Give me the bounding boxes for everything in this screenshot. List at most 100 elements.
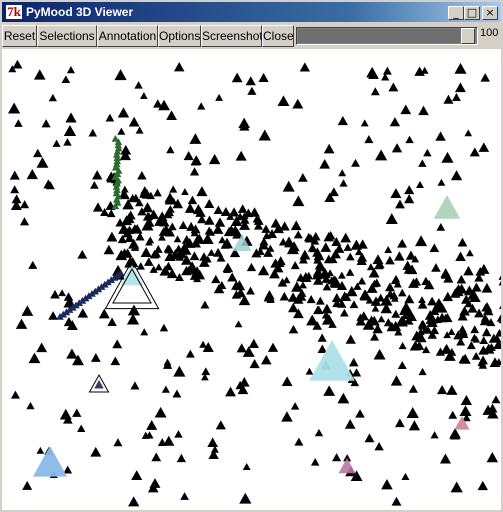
point-marker <box>207 248 216 256</box>
point-marker <box>106 209 116 218</box>
point-marker <box>394 418 405 428</box>
point-marker <box>345 268 355 276</box>
point-marker <box>208 153 221 165</box>
point-marker <box>200 300 210 309</box>
maximize-button[interactable]: □ <box>464 6 480 20</box>
point-marker <box>154 263 163 271</box>
point-marker <box>220 206 231 217</box>
slider-value: 100 <box>480 27 499 39</box>
point-marker <box>298 281 307 289</box>
point-marker <box>88 128 98 137</box>
point-marker <box>166 110 177 121</box>
point-marker <box>328 187 339 197</box>
3d-viewport[interactable] <box>2 49 501 510</box>
point-marker <box>366 263 375 271</box>
selections-button[interactable]: Selections <box>37 25 97 47</box>
point-marker <box>183 151 194 161</box>
title-bar[interactable]: 7k PyMood 3D Viewer _ □ × <box>2 2 501 22</box>
point-marker <box>136 262 145 270</box>
point-marker <box>323 143 335 154</box>
point-marker <box>19 217 30 226</box>
point-marker <box>9 170 20 180</box>
point-marker <box>117 127 126 135</box>
point-marker <box>457 237 468 247</box>
point-marker <box>345 334 356 344</box>
point-marker <box>436 384 448 395</box>
close-window-button[interactable]: × <box>482 6 498 20</box>
slider-thumb[interactable] <box>461 28 475 44</box>
point-marker <box>128 496 140 507</box>
point-marker <box>187 195 198 205</box>
screenshot-button[interactable]: Screenshot <box>201 25 263 47</box>
point-marker <box>176 453 187 463</box>
point-marker <box>261 224 271 233</box>
point-marker <box>397 360 407 369</box>
point-marker <box>72 408 82 417</box>
point-marker <box>131 470 143 481</box>
point-marker <box>340 232 352 243</box>
point-marker <box>189 251 200 261</box>
point-marker <box>290 402 300 410</box>
point-marker <box>225 386 236 397</box>
point-marker <box>290 220 302 231</box>
point-marker <box>134 81 143 89</box>
point-marker <box>344 419 356 429</box>
app-window: 7k PyMood 3D Viewer _ □ × Reset Selectio… <box>0 0 503 512</box>
point-marker <box>281 411 293 422</box>
point-marker <box>261 354 272 365</box>
annotation-button[interactable]: Annotation <box>97 25 158 47</box>
point-marker <box>173 61 185 72</box>
point-marker <box>478 142 490 152</box>
app-icon: 7k <box>6 4 22 19</box>
point-marker <box>315 296 325 305</box>
point-marker <box>495 328 501 337</box>
close-button[interactable]: Close <box>262 25 294 47</box>
point-marker <box>469 147 480 157</box>
point-marker <box>479 336 489 345</box>
point-marker <box>418 105 429 116</box>
zoom-slider[interactable] <box>296 27 478 45</box>
point-marker <box>314 428 324 437</box>
point-marker <box>32 446 68 477</box>
point-marker <box>215 93 223 101</box>
point-marker <box>33 148 43 158</box>
point-marker <box>416 180 424 188</box>
point-marker <box>420 66 429 74</box>
point-marker <box>429 243 440 253</box>
point-marker <box>117 107 130 118</box>
point-marker <box>231 72 243 83</box>
point-marker <box>400 104 412 115</box>
point-marker <box>48 93 57 102</box>
point-marker <box>172 389 182 398</box>
point-marker <box>287 292 299 302</box>
point-marker <box>464 129 473 137</box>
point-marker <box>235 150 247 161</box>
point-marker <box>258 129 271 141</box>
reset-button[interactable]: Reset <box>2 25 37 47</box>
point-marker <box>227 272 238 282</box>
point-marker <box>470 333 479 342</box>
point-marker <box>196 186 208 197</box>
point-marker <box>242 462 251 471</box>
point-marker <box>180 492 189 500</box>
point-marker <box>459 305 470 316</box>
point-marker <box>204 198 215 208</box>
point-marker <box>153 99 163 108</box>
point-marker <box>214 217 226 227</box>
point-marker <box>370 87 380 96</box>
point-marker <box>65 112 77 123</box>
point-marker <box>128 116 140 127</box>
point-marker <box>98 308 110 319</box>
point-marker <box>36 446 45 454</box>
point-marker <box>309 340 355 381</box>
options-button[interactable]: Options <box>158 25 201 47</box>
point-marker <box>470 325 480 334</box>
point-marker <box>33 69 46 80</box>
point-marker <box>388 82 399 92</box>
point-marker <box>151 452 162 462</box>
point-marker <box>459 405 472 416</box>
minimize-button[interactable]: _ <box>448 6 464 20</box>
point-marker <box>7 102 21 114</box>
point-marker <box>338 458 356 474</box>
point-marker <box>105 113 115 122</box>
